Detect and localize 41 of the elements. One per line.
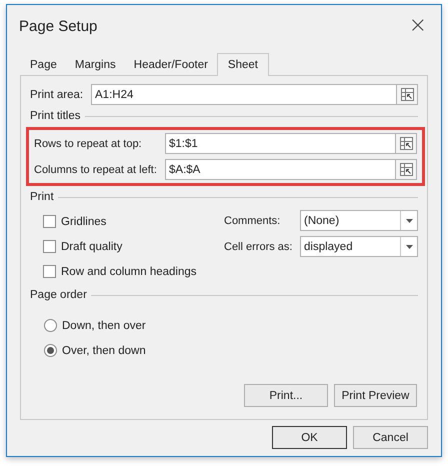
dropdown-label: Cell errors as: bbox=[224, 240, 294, 252]
radio-button[interactable] bbox=[44, 344, 57, 357]
button[interactable]: Cancel bbox=[353, 426, 428, 449]
table-arrow-icon bbox=[400, 163, 412, 176]
field-label: Columns to repeat at left: bbox=[34, 164, 158, 176]
checkbox-label: Gridlines bbox=[61, 216, 106, 228]
checkbox-label: Row and column headings bbox=[61, 266, 197, 278]
range-field[interactable]: A1:H24 bbox=[91, 84, 397, 105]
radio-label: Down, then over bbox=[62, 320, 146, 332]
tab[interactable]: Page bbox=[21, 55, 66, 75]
dropdown[interactable]: (None) bbox=[300, 210, 418, 231]
tab[interactable]: Sheet bbox=[216, 53, 269, 76]
radio-label: Over, then down bbox=[62, 344, 146, 356]
checkbox[interactable] bbox=[43, 240, 56, 253]
checkbox[interactable] bbox=[43, 215, 56, 228]
field-label: Print area: bbox=[30, 88, 84, 100]
caret-icon bbox=[406, 244, 412, 248]
checkbox-label: Draft quality bbox=[61, 240, 122, 252]
range-field[interactable]: $1:$1 bbox=[165, 133, 396, 154]
group-label: Page order bbox=[30, 289, 87, 301]
collapse-button[interactable] bbox=[396, 133, 417, 154]
dropdown[interactable]: displayed bbox=[300, 236, 418, 257]
button[interactable]: Print... bbox=[244, 384, 328, 407]
group-label: Print bbox=[30, 191, 54, 203]
group-label: Print titles bbox=[30, 110, 80, 122]
collapse-button[interactable] bbox=[397, 84, 418, 105]
tab[interactable]: Header/Footer bbox=[124, 55, 217, 75]
radio-button[interactable] bbox=[44, 319, 57, 332]
dropdown-label: Comments: bbox=[224, 214, 282, 226]
button[interactable]: Print Preview bbox=[334, 384, 417, 407]
checkbox[interactable] bbox=[43, 265, 56, 278]
range-field[interactable]: $A:$A bbox=[165, 159, 396, 180]
table-arrow-icon bbox=[400, 137, 412, 150]
field-label: Rows to repeat at top: bbox=[34, 138, 143, 150]
caret-icon bbox=[406, 218, 412, 222]
window-title: Page Setup bbox=[19, 18, 98, 34]
button[interactable]: OK bbox=[272, 426, 347, 449]
table-arrow-icon bbox=[400, 88, 414, 101]
tab[interactable]: Margins bbox=[66, 55, 125, 75]
close-button[interactable]: × bbox=[404, 15, 431, 37]
collapse-button[interactable] bbox=[396, 159, 417, 180]
